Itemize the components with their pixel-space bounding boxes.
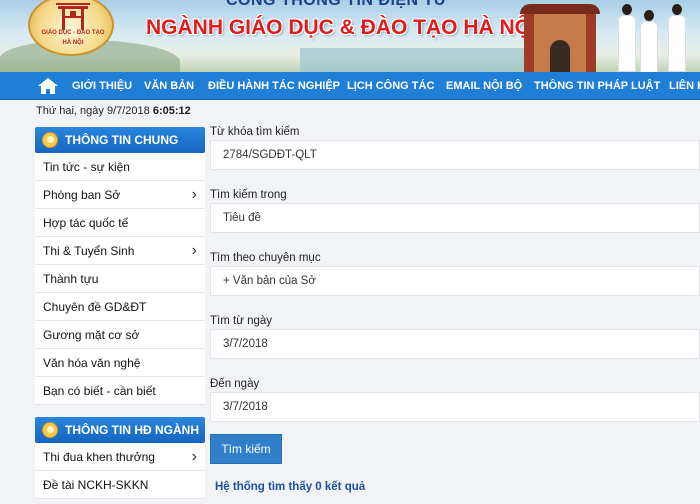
temple-gate-icon — [56, 3, 90, 30]
nav-email[interactable]: EMAIL NỘI BỘ — [446, 72, 522, 99]
sidebar-item-de-tai[interactable]: Đề tài NCKH-SKKN — [35, 471, 205, 499]
chevron-right-icon: › — [191, 448, 197, 465]
main-nav: GIỚI THIỆU VĂN BẢN ĐIỀU HÀNH TÁC NGHIỆP … — [0, 72, 700, 100]
sidebar-item-thanh-tuu[interactable]: Thành tựu — [35, 265, 205, 293]
nav-lien-he[interactable]: LIÊN H — [669, 72, 700, 99]
category-select[interactable]: + Văn bản của Sở — [210, 266, 700, 296]
students-image — [612, 0, 700, 72]
logo-text: GIÁO DỤC - ĐÀO TẠO — [41, 30, 105, 36]
search-button[interactable]: Tìm kiếm — [210, 434, 282, 464]
globe-icon — [42, 422, 58, 438]
sidebar-item-van-hoa[interactable]: Văn hóa văn nghệ — [35, 349, 205, 377]
sidebar-item-hop-tac[interactable]: Hợp tác quốc tế — [35, 209, 205, 237]
search-form: Từ khóa tìm kiếm 2784/SGDĐT-QLT Tìm kiếm… — [210, 124, 700, 493]
sidebar-section-activities: THÔNG TIN HĐ NGÀNH — [35, 417, 205, 443]
search-in-select[interactable]: Tiêu đề — [210, 203, 700, 233]
to-date-label: Đến ngày — [210, 378, 260, 390]
nav-dieu-hanh[interactable]: ĐIỀU HÀNH TÁC NGHIỆP — [208, 72, 340, 99]
banner-subtitle: CỔNG THÔNG TIN ĐIỆN TỬ — [226, 0, 448, 9]
search-result-text: Hệ thống tìm thấy 0 kết quả — [215, 481, 366, 493]
from-date-label: Tìm từ ngày — [210, 315, 273, 327]
home-icon[interactable] — [36, 77, 60, 95]
search-in-label: Tìm kiếm trong — [210, 189, 287, 201]
nav-van-ban[interactable]: VĂN BẢN — [144, 72, 194, 99]
sidebar-item-ban-co-biet[interactable]: Bạn có biết - cần biết — [35, 377, 205, 405]
chevron-right-icon: › — [191, 186, 197, 203]
sidebar-item-phong-ban[interactable]: Phòng ban Sở › — [35, 181, 205, 209]
current-date: Thứ hai, ngày 9/7/2018 — [36, 105, 150, 117]
category-label: Tìm theo chuyên mục — [210, 252, 321, 264]
sidebar-section-general: THÔNG TIN CHUNG — [35, 127, 205, 153]
sidebar-item-chuyen-de[interactable]: Chuyên đề GD&ĐT — [35, 293, 205, 321]
keyword-label: Từ khóa tìm kiếm — [210, 126, 300, 138]
header-banner: GIÁO DỤC - ĐÀO TẠO HÀ NỘI CỔNG THÔNG TIN… — [0, 0, 700, 72]
keyword-input[interactable]: 2784/SGDĐT-QLT — [210, 140, 700, 170]
sidebar-item-guong-mat[interactable]: Gương mặt cơ sở — [35, 321, 205, 349]
temple-image — [520, 0, 600, 72]
banner-lake — [300, 48, 540, 72]
nav-lich-cong-tac[interactable]: LỊCH CÔNG TÁC — [347, 72, 434, 99]
logo-city: HÀ NỘI — [62, 40, 84, 46]
chevron-right-icon: › — [191, 242, 197, 259]
nav-gioi-thieu[interactable]: GIỚI THIỆU — [72, 72, 132, 99]
sidebar: THÔNG TIN CHUNG Tin tức - sự kiện Phòng … — [35, 127, 205, 499]
nav-phap-luat[interactable]: THÔNG TIN PHÁP LUẬT — [534, 72, 660, 99]
current-time: 6:05:12 — [152, 105, 191, 117]
sidebar-item-thi-dua[interactable]: Thi đua khen thưởng › — [35, 443, 205, 471]
sidebar-item-thi-tuyen-sinh[interactable]: Thi & Tuyển Sinh › — [35, 237, 205, 265]
sidebar-item-tin-tuc[interactable]: Tin tức - sự kiện — [35, 153, 205, 181]
date-time: Thứ hai, ngày 9/7/2018 6:05:12 — [36, 105, 191, 117]
globe-icon — [42, 132, 58, 148]
banner-title: NGÀNH GIÁO DỤC & ĐÀO TẠO HÀ NỘI — [146, 16, 537, 39]
to-date-input[interactable]: 3/7/2018 — [210, 392, 700, 422]
from-date-input[interactable]: 3/7/2018 — [210, 329, 700, 359]
